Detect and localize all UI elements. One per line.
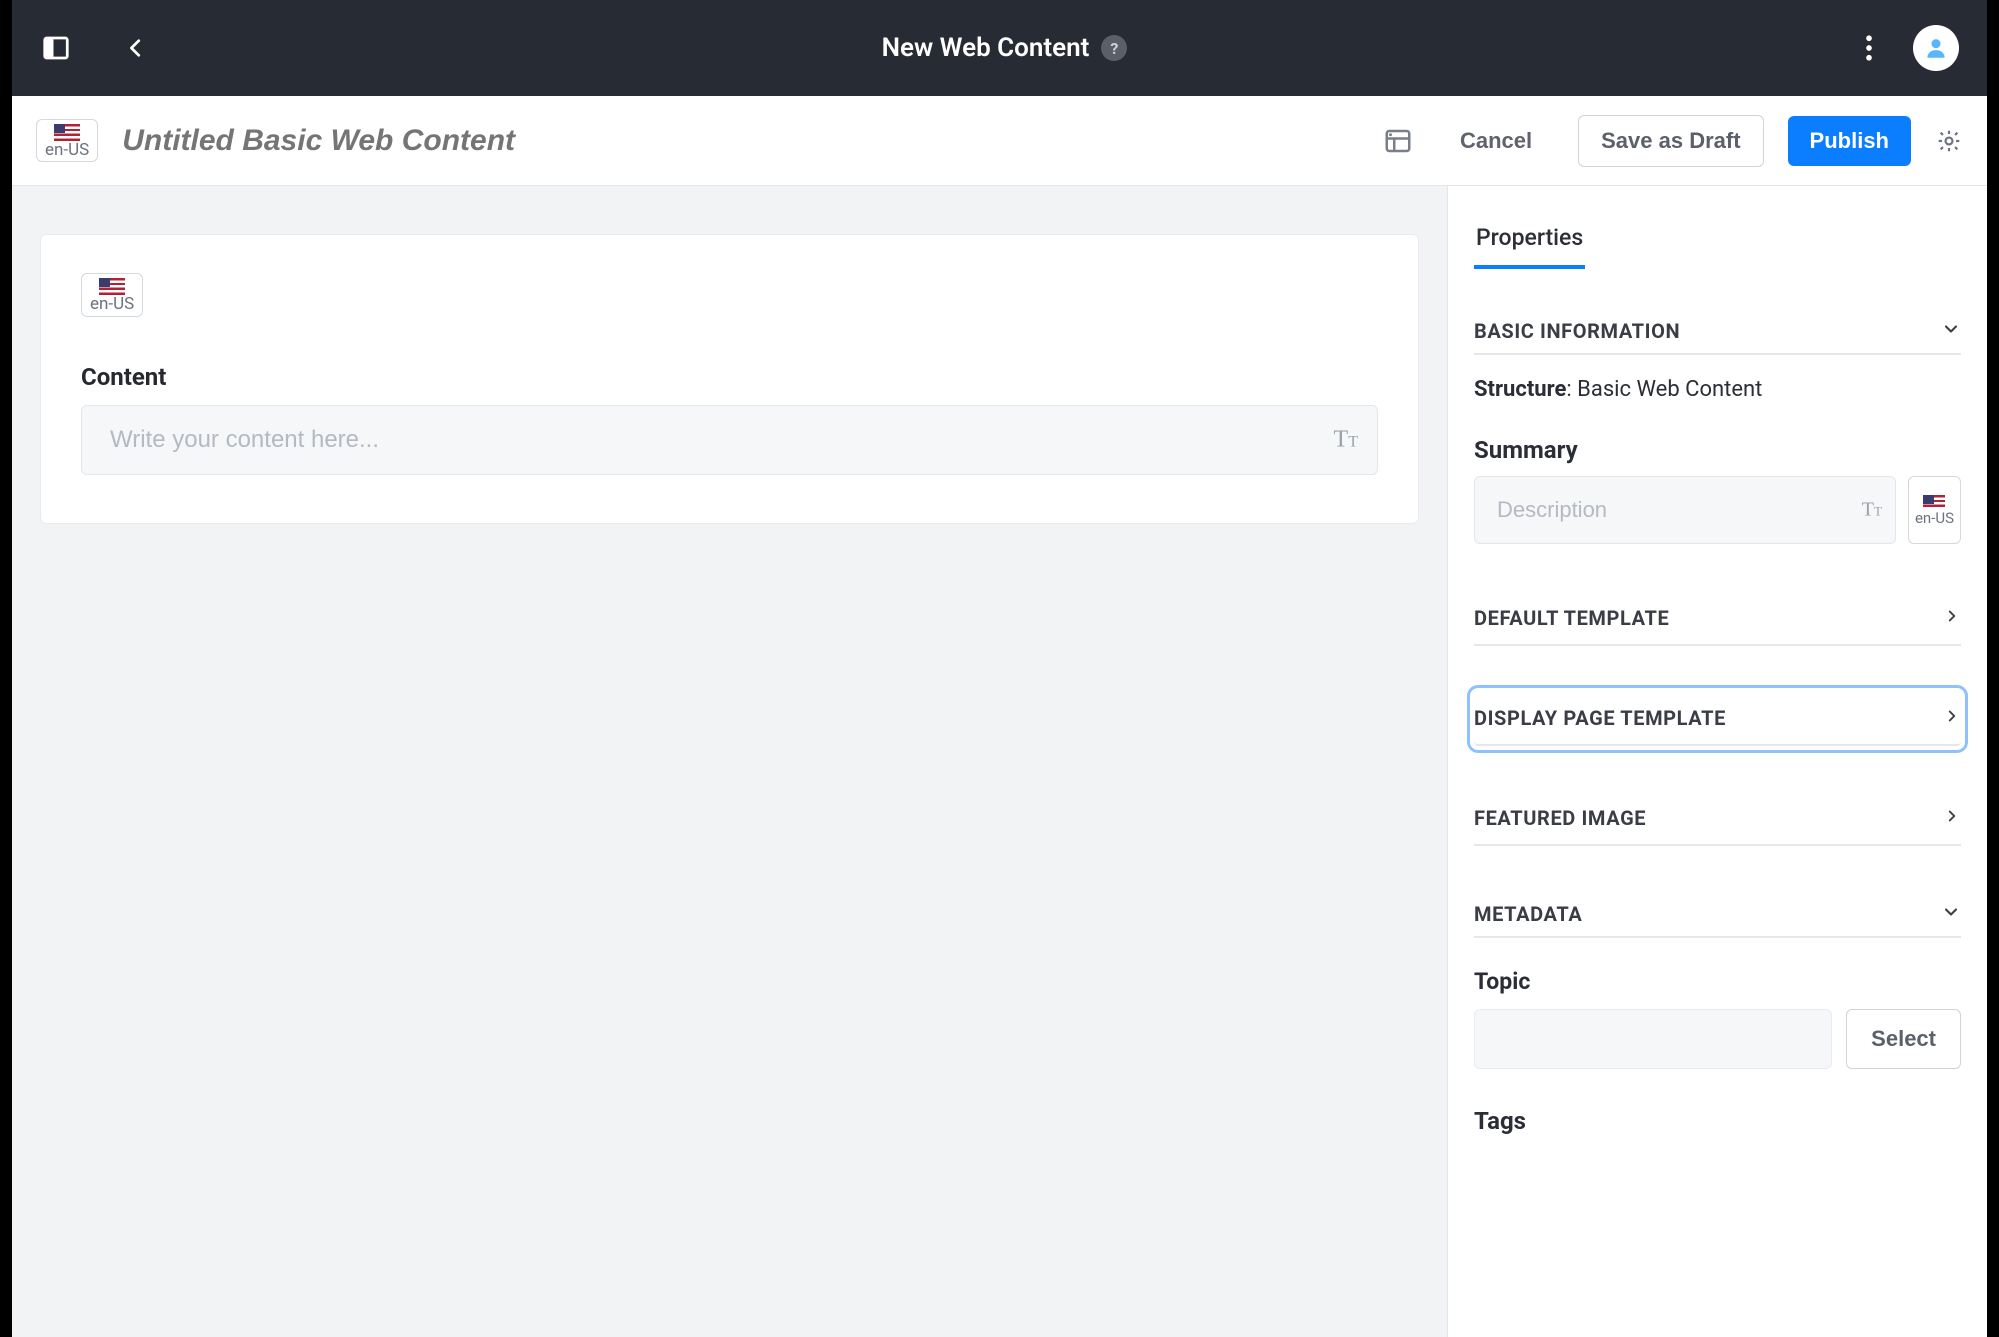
chevron-right-icon xyxy=(1943,707,1961,729)
structure-row: Structure: Basic Web Content xyxy=(1474,377,1961,402)
publish-button[interactable]: Publish xyxy=(1788,116,1911,166)
section-featured-image[interactable]: FEATURED IMAGE xyxy=(1474,792,1961,846)
structure-label: Structure xyxy=(1474,377,1566,402)
section-featured-image-title: FEATURED IMAGE xyxy=(1474,806,1646,830)
section-default-template[interactable]: DEFAULT TEMPLATE xyxy=(1474,592,1961,646)
sidebar-tabs: Properties xyxy=(1474,214,1961,269)
tab-properties[interactable]: Properties xyxy=(1474,214,1585,269)
locale-label: en-US xyxy=(45,141,89,160)
user-avatar[interactable] xyxy=(1913,25,1959,71)
topic-field-label: Topic xyxy=(1474,968,1961,995)
topic-input[interactable] xyxy=(1474,1009,1832,1069)
chevron-down-icon xyxy=(1941,319,1961,343)
section-default-template-title: DEFAULT TEMPLATE xyxy=(1474,606,1669,630)
save-draft-button[interactable]: Save as Draft xyxy=(1578,115,1763,167)
content-field-label: Content xyxy=(81,363,1378,391)
sub-bar: en-US Cancel Save as Draft Publish xyxy=(12,96,1987,186)
chevron-down-icon xyxy=(1941,902,1961,926)
chevron-right-icon xyxy=(1943,607,1961,629)
panel-toggle-icon[interactable] xyxy=(40,32,72,64)
text-format-icon[interactable]: TT xyxy=(1862,499,1882,522)
section-metadata-title: METADATA xyxy=(1474,902,1582,926)
summary-field-label: Summary xyxy=(1474,436,1961,464)
structure-value: Basic Web Content xyxy=(1577,377,1762,402)
content-locale-label: en-US xyxy=(90,295,134,314)
kebab-menu-icon[interactable] xyxy=(1857,36,1881,60)
summary-locale-selector[interactable]: en-US xyxy=(1908,476,1961,544)
section-basic-information[interactable]: BASIC INFORMATION xyxy=(1474,309,1961,355)
chevron-right-icon xyxy=(1943,807,1961,829)
summary-input[interactable] xyxy=(1474,476,1896,544)
top-bar: New Web Content ? xyxy=(12,0,1987,96)
section-basic-information-title: BASIC INFORMATION xyxy=(1474,319,1680,343)
section-metadata[interactable]: METADATA xyxy=(1474,892,1961,938)
properties-sidebar: Properties BASIC INFORMATION Structure: … xyxy=(1447,186,1987,1337)
locale-selector[interactable]: en-US xyxy=(36,119,98,163)
content-card: en-US Content TT xyxy=(40,234,1419,524)
back-icon[interactable] xyxy=(120,32,152,64)
us-flag-icon xyxy=(54,124,80,141)
help-icon[interactable]: ? xyxy=(1101,35,1127,61)
cancel-button[interactable]: Cancel xyxy=(1438,116,1554,166)
us-flag-icon xyxy=(1923,495,1945,509)
title-input[interactable] xyxy=(122,124,1358,158)
form-view-icon[interactable] xyxy=(1382,125,1414,157)
main-editor-area: en-US Content TT xyxy=(12,186,1447,1337)
us-flag-icon xyxy=(99,278,125,295)
content-input[interactable] xyxy=(81,405,1378,475)
gear-icon[interactable] xyxy=(1935,127,1963,155)
section-display-page-template[interactable]: DISPLAY PAGE TEMPLATE xyxy=(1474,692,1961,746)
topic-select-button[interactable]: Select xyxy=(1846,1009,1961,1069)
tags-field-label: Tags xyxy=(1474,1107,1961,1135)
page-title: New Web Content xyxy=(882,33,1090,63)
text-format-icon[interactable]: TT xyxy=(1334,426,1358,453)
section-display-page-template-title: DISPLAY PAGE TEMPLATE xyxy=(1474,706,1726,730)
content-locale-selector[interactable]: en-US xyxy=(81,273,143,317)
summary-locale-label: en-US xyxy=(1915,509,1954,527)
